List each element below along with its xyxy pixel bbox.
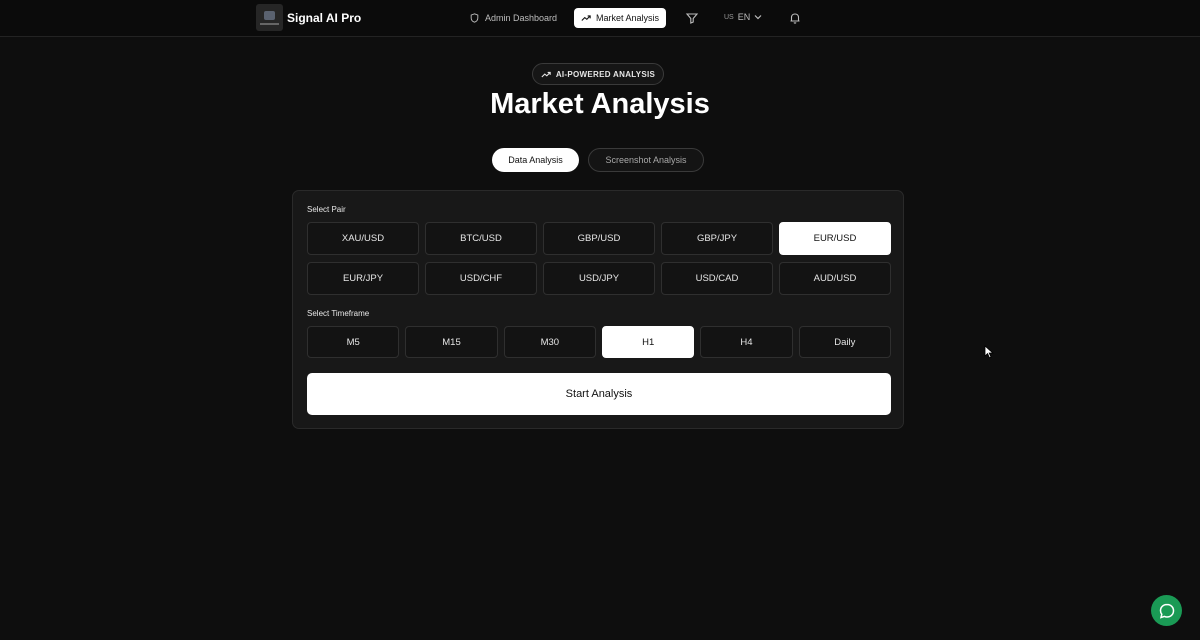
pair-option[interactable]: USD/CHF [425, 262, 537, 295]
nav-admin-dashboard[interactable]: Admin Dashboard [470, 8, 557, 28]
language-label: EN [737, 12, 751, 22]
app-logo[interactable] [256, 4, 283, 31]
nav-market-analysis[interactable]: Market Analysis [574, 8, 666, 28]
filter-icon[interactable] [685, 11, 699, 25]
timeframe-option-selected[interactable]: H1 [602, 326, 695, 358]
pair-option[interactable]: AUD/USD [779, 262, 891, 295]
ai-powered-badge: AI-POWERED ANALYSIS [532, 63, 664, 85]
analysis-form-card: Select Pair XAU/USD BTC/USD GBP/USD GBP/… [292, 190, 904, 429]
select-timeframe-label: Select Timeframe [307, 309, 370, 318]
pair-options: XAU/USD BTC/USD GBP/USD GBP/JPY EUR/USD … [307, 222, 891, 295]
pair-option[interactable]: XAU/USD [307, 222, 419, 255]
top-navbar: Signal AI Pro Admin Dashboard Market Ana… [0, 0, 1200, 37]
start-analysis-button[interactable]: Start Analysis [307, 373, 891, 415]
chat-button[interactable] [1151, 595, 1182, 626]
pair-option-selected[interactable]: EUR/USD [779, 222, 891, 255]
bell-icon[interactable] [788, 11, 802, 25]
select-pair-label: Select Pair [307, 205, 346, 214]
pair-option[interactable]: USD/CAD [661, 262, 773, 295]
nav-market-label: Market Analysis [595, 13, 660, 23]
timeframe-option[interactable]: M30 [503, 326, 596, 358]
brand-name[interactable]: Signal AI Pro [287, 11, 361, 25]
pair-option[interactable]: EUR/JPY [307, 262, 419, 295]
tab-screenshot-analysis[interactable]: Screenshot Analysis [588, 148, 704, 172]
logo-caption-line [260, 23, 279, 25]
page-title: Market Analysis [490, 88, 710, 120]
us-flag-icon: US [724, 13, 734, 21]
chat-bubble-icon [1159, 603, 1174, 619]
pair-option[interactable]: BTC/USD [425, 222, 537, 255]
timeframe-option[interactable]: Daily [798, 326, 891, 358]
mouse-cursor-icon [984, 345, 994, 359]
timeframe-options: M5 M15 M30 H1 H4 Daily [307, 326, 891, 358]
pair-option[interactable]: GBP/USD [543, 222, 655, 255]
tab-data-analysis[interactable]: Data Analysis [492, 148, 579, 172]
timeframe-option[interactable]: M5 [307, 326, 400, 358]
badge-label: AI-POWERED ANALYSIS [555, 69, 656, 79]
pair-option[interactable]: USD/JPY [543, 262, 655, 295]
timeframe-option[interactable]: M15 [405, 326, 498, 358]
nav-admin-label: Admin Dashboard [485, 13, 558, 23]
shield-icon [470, 13, 479, 23]
chevron-down-icon [754, 15, 762, 20]
language-selector[interactable]: US EN [724, 12, 762, 22]
trending-up-icon [581, 15, 591, 21]
timeframe-option[interactable]: H4 [700, 326, 793, 358]
logo-mark [264, 11, 275, 20]
trending-up-icon [541, 71, 551, 77]
pair-option[interactable]: GBP/JPY [661, 222, 773, 255]
